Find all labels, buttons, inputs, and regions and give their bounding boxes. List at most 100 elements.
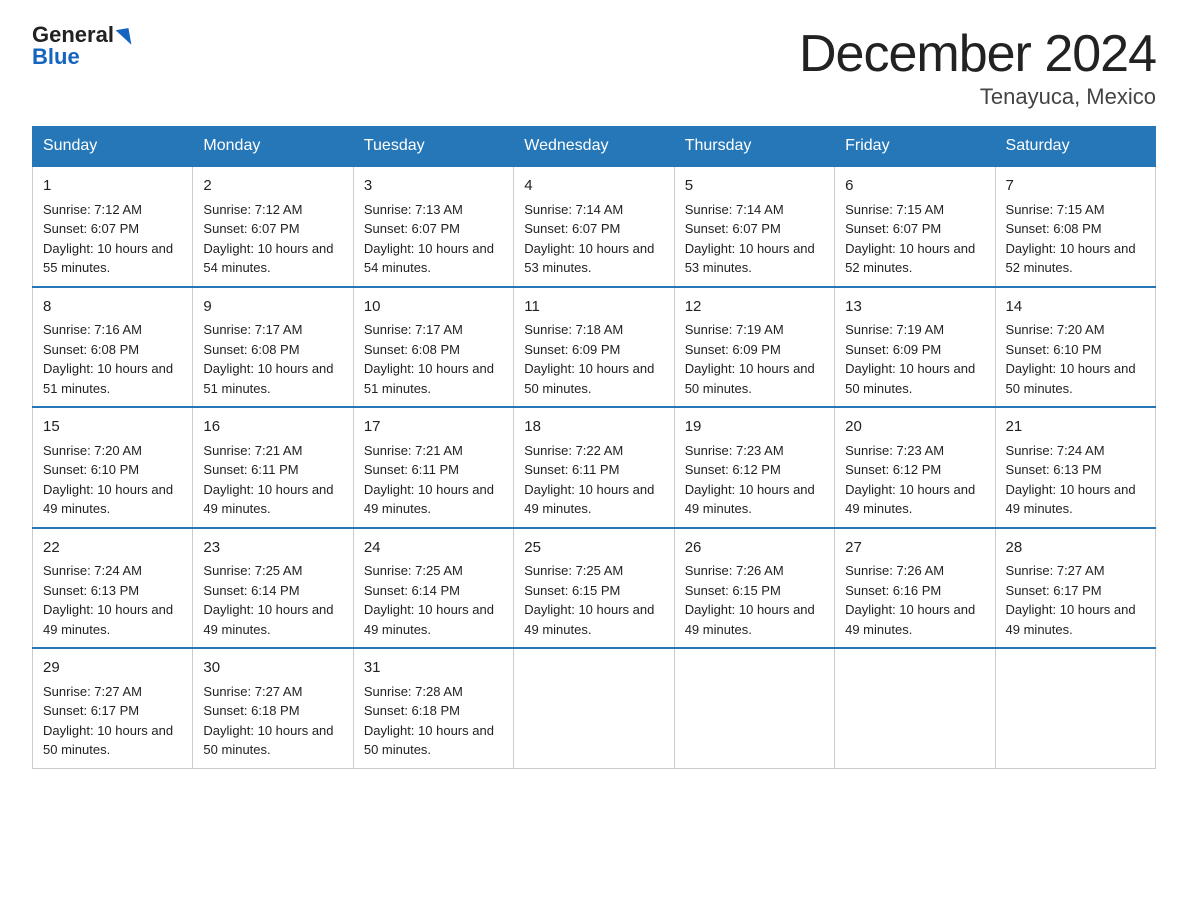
table-row: 12Sunrise: 7:19 AMSunset: 6:09 PMDayligh… — [674, 287, 834, 408]
table-row: 21Sunrise: 7:24 AMSunset: 6:13 PMDayligh… — [995, 407, 1155, 528]
table-row: 31Sunrise: 7:28 AMSunset: 6:18 PMDayligh… — [353, 648, 513, 768]
table-row: 13Sunrise: 7:19 AMSunset: 6:09 PMDayligh… — [835, 287, 995, 408]
day-number: 23 — [203, 537, 342, 560]
table-row: 28Sunrise: 7:27 AMSunset: 6:17 PMDayligh… — [995, 528, 1155, 649]
day-number: 17 — [364, 416, 503, 439]
day-info: Sunrise: 7:27 AMSunset: 6:18 PMDaylight:… — [203, 682, 342, 760]
day-info: Sunrise: 7:16 AMSunset: 6:08 PMDaylight:… — [43, 320, 182, 398]
day-number: 31 — [364, 657, 503, 680]
table-row: 7Sunrise: 7:15 AMSunset: 6:08 PMDaylight… — [995, 166, 1155, 287]
day-number: 1 — [43, 175, 182, 198]
day-info: Sunrise: 7:24 AMSunset: 6:13 PMDaylight:… — [43, 561, 182, 639]
table-row: 17Sunrise: 7:21 AMSunset: 6:11 PMDayligh… — [353, 407, 513, 528]
day-number: 21 — [1006, 416, 1145, 439]
day-number: 3 — [364, 175, 503, 198]
table-row: 16Sunrise: 7:21 AMSunset: 6:11 PMDayligh… — [193, 407, 353, 528]
logo-blue-text: Blue — [32, 44, 80, 69]
table-row: 18Sunrise: 7:22 AMSunset: 6:11 PMDayligh… — [514, 407, 674, 528]
day-number: 12 — [685, 296, 824, 319]
day-info: Sunrise: 7:19 AMSunset: 6:09 PMDaylight:… — [845, 320, 984, 398]
day-info: Sunrise: 7:21 AMSunset: 6:11 PMDaylight:… — [203, 441, 342, 519]
day-info: Sunrise: 7:27 AMSunset: 6:17 PMDaylight:… — [43, 682, 182, 760]
day-info: Sunrise: 7:20 AMSunset: 6:10 PMDaylight:… — [1006, 320, 1145, 398]
day-info: Sunrise: 7:12 AMSunset: 6:07 PMDaylight:… — [203, 200, 342, 278]
day-number: 22 — [43, 537, 182, 560]
day-number: 15 — [43, 416, 182, 439]
table-row: 29Sunrise: 7:27 AMSunset: 6:17 PMDayligh… — [33, 648, 193, 768]
logo-general-text: General — [32, 22, 114, 47]
day-number: 10 — [364, 296, 503, 319]
table-row: 10Sunrise: 7:17 AMSunset: 6:08 PMDayligh… — [353, 287, 513, 408]
day-info: Sunrise: 7:21 AMSunset: 6:11 PMDaylight:… — [364, 441, 503, 519]
title-block: December 2024 Tenayuca, Mexico — [799, 24, 1156, 110]
day-info: Sunrise: 7:15 AMSunset: 6:07 PMDaylight:… — [845, 200, 984, 278]
table-row: 2Sunrise: 7:12 AMSunset: 6:07 PMDaylight… — [193, 166, 353, 287]
day-info: Sunrise: 7:22 AMSunset: 6:11 PMDaylight:… — [524, 441, 663, 519]
table-row: 5Sunrise: 7:14 AMSunset: 6:07 PMDaylight… — [674, 166, 834, 287]
calendar-subtitle: Tenayuca, Mexico — [799, 84, 1156, 110]
day-number: 7 — [1006, 175, 1145, 198]
table-row: 23Sunrise: 7:25 AMSunset: 6:14 PMDayligh… — [193, 528, 353, 649]
calendar-week-row: 29Sunrise: 7:27 AMSunset: 6:17 PMDayligh… — [33, 648, 1156, 768]
table-row — [674, 648, 834, 768]
table-row — [995, 648, 1155, 768]
col-monday: Monday — [193, 127, 353, 167]
calendar-week-row: 8Sunrise: 7:16 AMSunset: 6:08 PMDaylight… — [33, 287, 1156, 408]
table-row: 20Sunrise: 7:23 AMSunset: 6:12 PMDayligh… — [835, 407, 995, 528]
day-number: 11 — [524, 296, 663, 319]
calendar-week-row: 15Sunrise: 7:20 AMSunset: 6:10 PMDayligh… — [33, 407, 1156, 528]
col-friday: Friday — [835, 127, 995, 167]
table-row: 4Sunrise: 7:14 AMSunset: 6:07 PMDaylight… — [514, 166, 674, 287]
day-number: 4 — [524, 175, 663, 198]
logo: General Blue — [32, 24, 130, 68]
day-info: Sunrise: 7:28 AMSunset: 6:18 PMDaylight:… — [364, 682, 503, 760]
col-sunday: Sunday — [33, 127, 193, 167]
page-header: General Blue December 2024 Tenayuca, Mex… — [32, 24, 1156, 110]
day-info: Sunrise: 7:19 AMSunset: 6:09 PMDaylight:… — [685, 320, 824, 398]
table-row: 27Sunrise: 7:26 AMSunset: 6:16 PMDayligh… — [835, 528, 995, 649]
day-info: Sunrise: 7:13 AMSunset: 6:07 PMDaylight:… — [364, 200, 503, 278]
table-row: 24Sunrise: 7:25 AMSunset: 6:14 PMDayligh… — [353, 528, 513, 649]
col-wednesday: Wednesday — [514, 127, 674, 167]
table-row: 19Sunrise: 7:23 AMSunset: 6:12 PMDayligh… — [674, 407, 834, 528]
table-row: 26Sunrise: 7:26 AMSunset: 6:15 PMDayligh… — [674, 528, 834, 649]
calendar-table: Sunday Monday Tuesday Wednesday Thursday… — [32, 126, 1156, 769]
day-number: 6 — [845, 175, 984, 198]
day-number: 29 — [43, 657, 182, 680]
day-info: Sunrise: 7:14 AMSunset: 6:07 PMDaylight:… — [685, 200, 824, 278]
day-info: Sunrise: 7:12 AMSunset: 6:07 PMDaylight:… — [43, 200, 182, 278]
day-info: Sunrise: 7:25 AMSunset: 6:14 PMDaylight:… — [364, 561, 503, 639]
table-row: 3Sunrise: 7:13 AMSunset: 6:07 PMDaylight… — [353, 166, 513, 287]
calendar-header-row: Sunday Monday Tuesday Wednesday Thursday… — [33, 127, 1156, 167]
table-row — [835, 648, 995, 768]
col-saturday: Saturday — [995, 127, 1155, 167]
day-info: Sunrise: 7:17 AMSunset: 6:08 PMDaylight:… — [203, 320, 342, 398]
day-number: 26 — [685, 537, 824, 560]
day-info: Sunrise: 7:14 AMSunset: 6:07 PMDaylight:… — [524, 200, 663, 278]
day-info: Sunrise: 7:23 AMSunset: 6:12 PMDaylight:… — [845, 441, 984, 519]
day-info: Sunrise: 7:26 AMSunset: 6:15 PMDaylight:… — [685, 561, 824, 639]
day-info: Sunrise: 7:24 AMSunset: 6:13 PMDaylight:… — [1006, 441, 1145, 519]
day-number: 5 — [685, 175, 824, 198]
day-info: Sunrise: 7:15 AMSunset: 6:08 PMDaylight:… — [1006, 200, 1145, 278]
day-number: 16 — [203, 416, 342, 439]
day-number: 19 — [685, 416, 824, 439]
day-info: Sunrise: 7:20 AMSunset: 6:10 PMDaylight:… — [43, 441, 182, 519]
day-info: Sunrise: 7:27 AMSunset: 6:17 PMDaylight:… — [1006, 561, 1145, 639]
day-number: 27 — [845, 537, 984, 560]
table-row: 8Sunrise: 7:16 AMSunset: 6:08 PMDaylight… — [33, 287, 193, 408]
day-number: 28 — [1006, 537, 1145, 560]
table-row: 25Sunrise: 7:25 AMSunset: 6:15 PMDayligh… — [514, 528, 674, 649]
day-number: 14 — [1006, 296, 1145, 319]
day-info: Sunrise: 7:25 AMSunset: 6:14 PMDaylight:… — [203, 561, 342, 639]
day-info: Sunrise: 7:26 AMSunset: 6:16 PMDaylight:… — [845, 561, 984, 639]
day-number: 20 — [845, 416, 984, 439]
day-number: 18 — [524, 416, 663, 439]
table-row: 1Sunrise: 7:12 AMSunset: 6:07 PMDaylight… — [33, 166, 193, 287]
table-row: 15Sunrise: 7:20 AMSunset: 6:10 PMDayligh… — [33, 407, 193, 528]
day-number: 25 — [524, 537, 663, 560]
table-row: 14Sunrise: 7:20 AMSunset: 6:10 PMDayligh… — [995, 287, 1155, 408]
day-number: 13 — [845, 296, 984, 319]
col-thursday: Thursday — [674, 127, 834, 167]
day-number: 30 — [203, 657, 342, 680]
